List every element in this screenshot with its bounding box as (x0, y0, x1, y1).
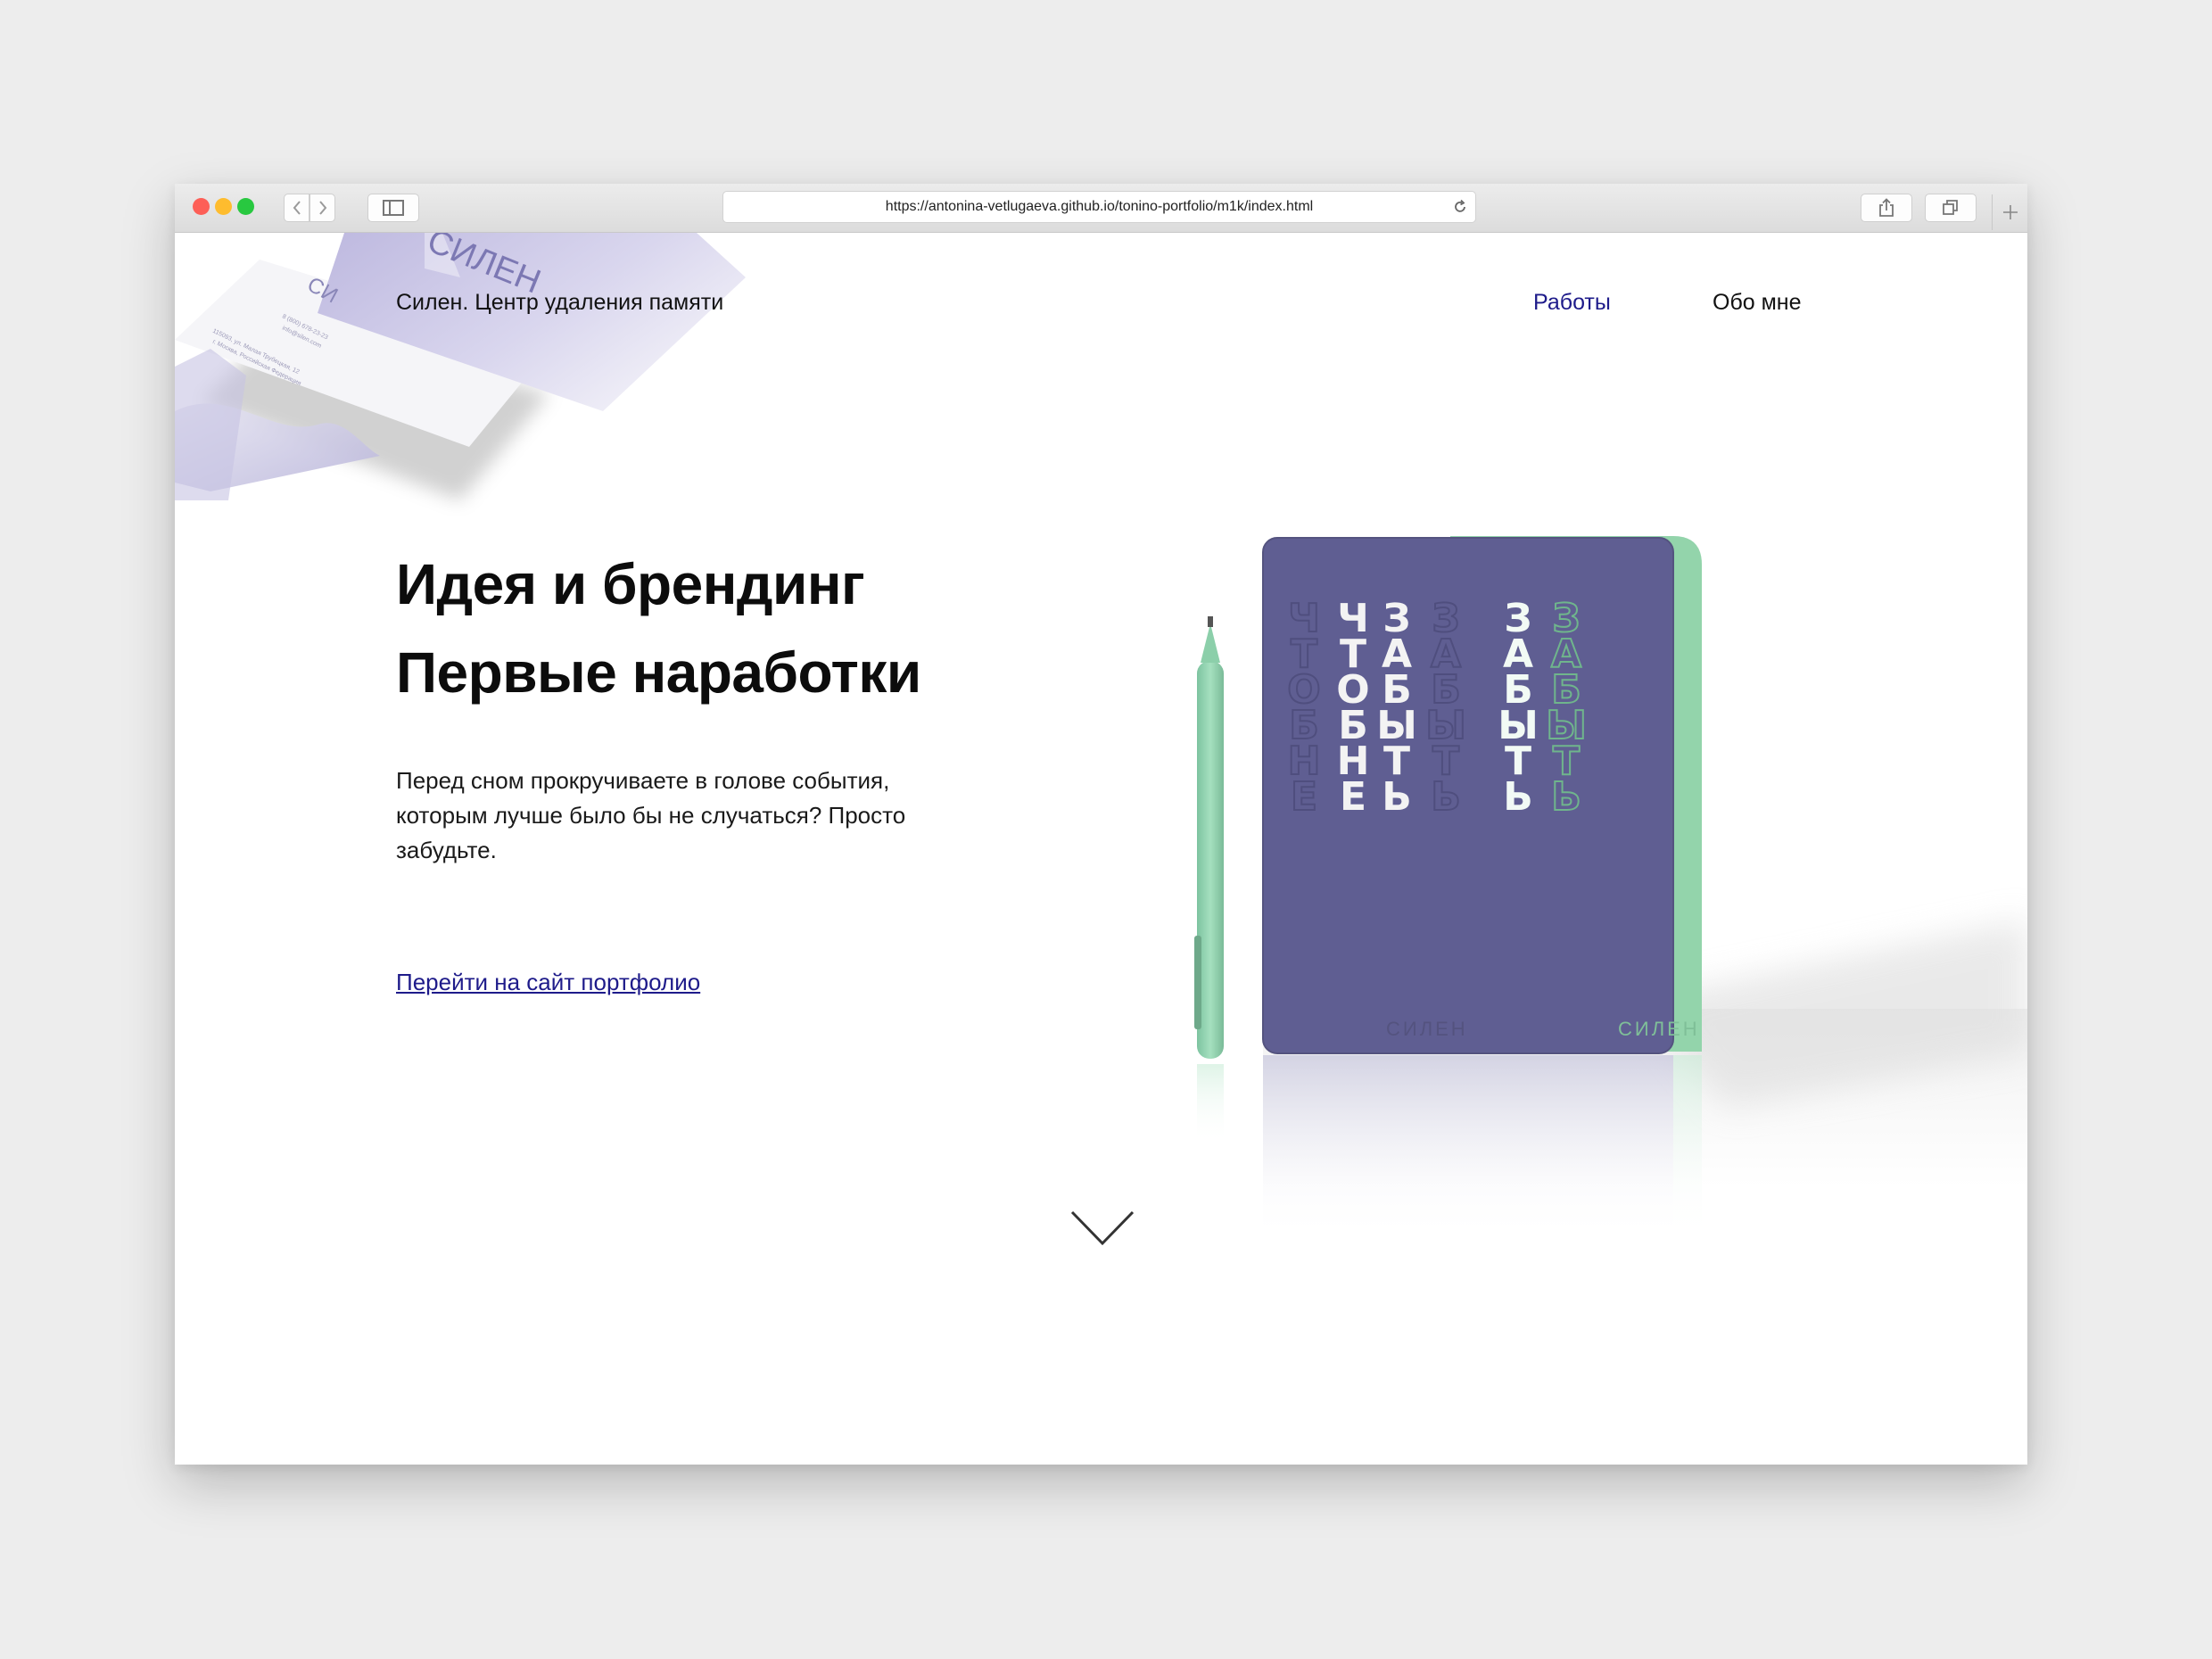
close-window-button[interactable] (193, 198, 210, 215)
business-cards-image: СИЛЕН СИ 8 (800) 678-23-23 info@silen.co… (175, 233, 746, 500)
hero-headline: Идея и брендинг Первые наработки (396, 541, 921, 717)
cover-letter: Ь (1431, 774, 1461, 820)
sidebar-icon (383, 200, 404, 216)
back-icon (293, 201, 301, 215)
back-button[interactable] (284, 194, 310, 222)
sidebar-button[interactable] (367, 194, 419, 222)
hero-description: Перед сном прокручиваете в голове событи… (396, 767, 906, 863)
new-tab-icon (2003, 205, 2018, 219)
cover-letter: Е (1340, 774, 1366, 820)
portfolio-link[interactable]: Перейти на сайт портфолио (396, 969, 700, 996)
reload-icon[interactable] (1452, 199, 1468, 215)
forward-button[interactable] (310, 194, 335, 222)
chevron-down-icon[interactable] (1069, 1209, 1135, 1249)
cover-letter: Е (1291, 774, 1317, 820)
nav-link-works[interactable]: Работы (1533, 290, 1611, 316)
browser-window: https://antonina-vetlugaeva.github.io/to… (175, 184, 2027, 1465)
green-cover-brand: СИЛЕН (1618, 1018, 1700, 1040)
notebooks-image: ЧТОБНЕЧТОБНЕЗАБЫТЬЗАБЫТЬ ЗАБЫТЬЗАБЫТЬ СИ… (1194, 536, 2027, 1242)
site-title[interactable]: Силен. Центр удаления памяти (396, 290, 723, 316)
cover-letter: Ь (1551, 774, 1581, 820)
cover-letter: Ь (1382, 774, 1412, 820)
headline-line-2: Первые наработки (396, 640, 921, 705)
tabs-icon (1943, 200, 1958, 215)
forward-icon (318, 201, 326, 215)
maximize-window-button[interactable] (237, 198, 254, 215)
headline-line-1: Идея и брендинг (396, 552, 865, 616)
address-bar[interactable]: https://antonina-vetlugaeva.github.io/to… (722, 191, 1476, 223)
web-page: СИЛЕН СИ 8 (800) 678-23-23 info@silen.co… (175, 233, 2027, 1465)
new-tab-button[interactable] (1992, 194, 2028, 230)
purple-cover-brand: СИЛЕН (1386, 1018, 1468, 1040)
share-icon (1879, 198, 1894, 217)
cover-letter: Ь (1503, 774, 1533, 820)
minimize-window-button[interactable] (215, 198, 232, 215)
share-button[interactable] (1861, 194, 1912, 222)
tabs-button[interactable] (1925, 194, 1977, 222)
url-text: https://antonina-vetlugaeva.github.io/to… (885, 199, 1314, 214)
nav-link-about[interactable]: Обо мне (1713, 290, 1802, 316)
browser-toolbar: https://antonina-vetlugaeva.github.io/to… (175, 184, 2027, 233)
